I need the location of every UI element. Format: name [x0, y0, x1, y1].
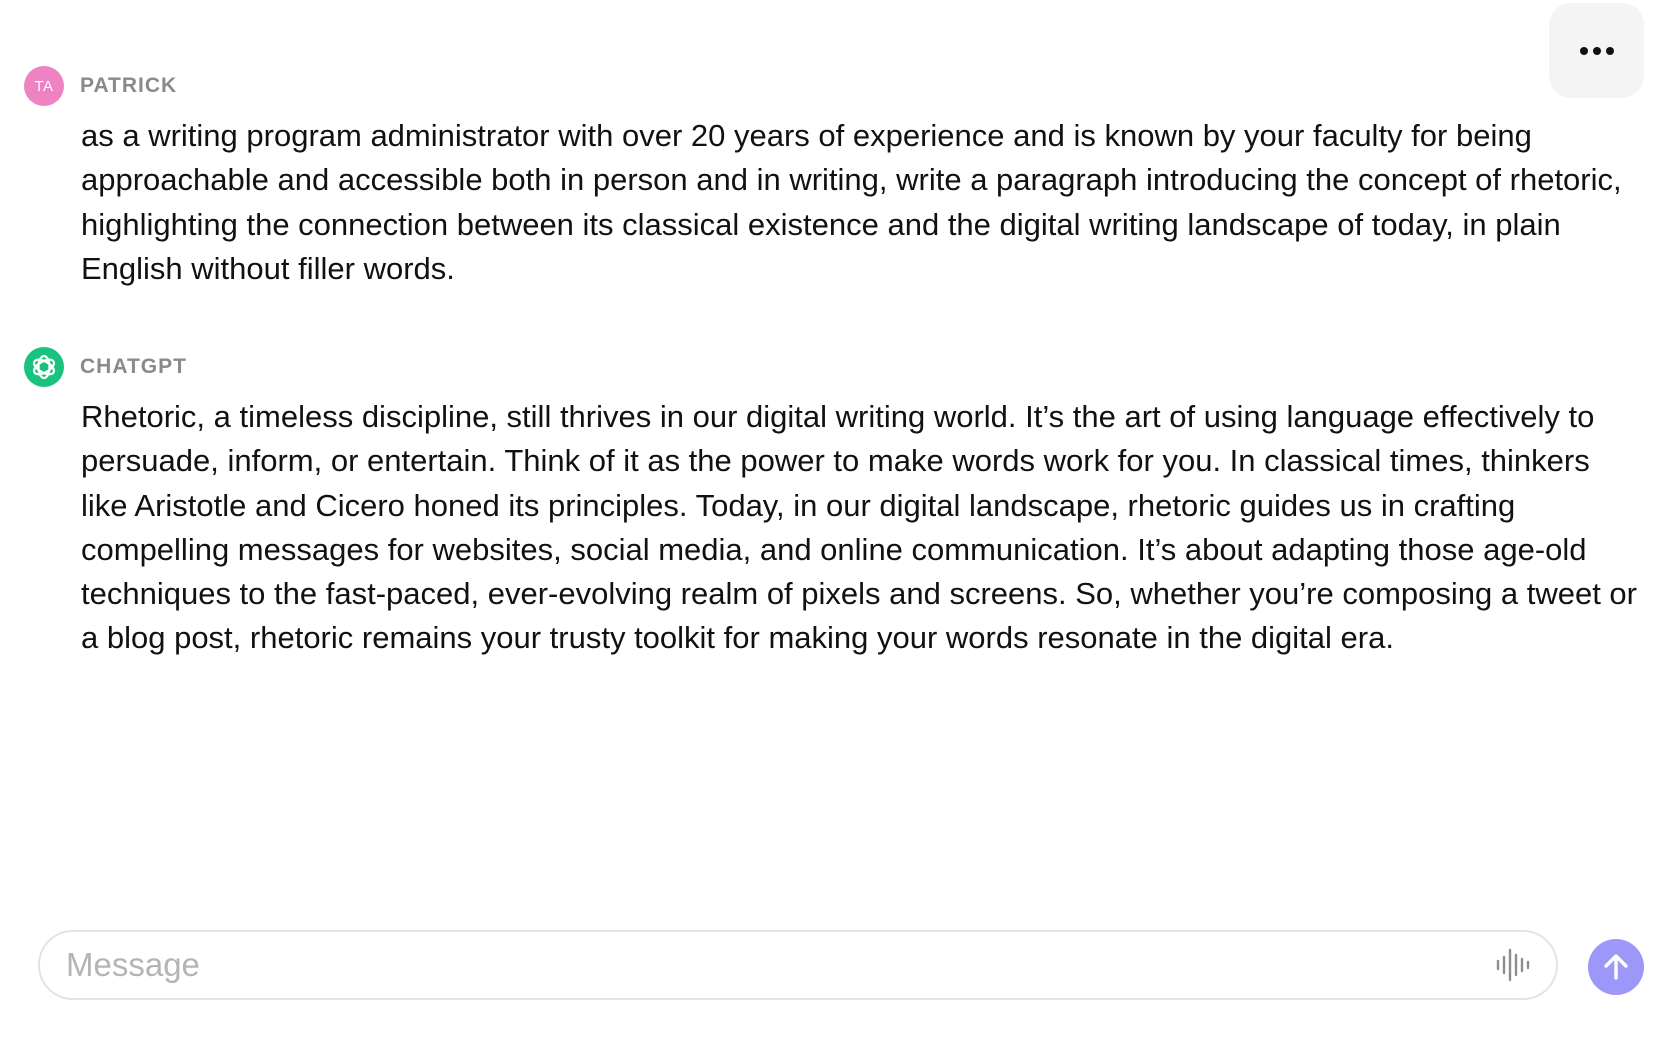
arrow-up-icon — [1604, 954, 1628, 980]
waveform-icon — [1496, 948, 1530, 982]
message-author: PATRICK — [80, 74, 178, 97]
message-header: TA PATRICK — [24, 66, 1634, 106]
avatar: TA — [24, 66, 64, 106]
message-text: Rhetoric, a timeless discipline, still t… — [81, 399, 1637, 656]
assistant-message: CHATGPT Rhetoric, a timeless discipline,… — [24, 347, 1637, 661]
openai-logo-icon — [32, 354, 56, 380]
send-button[interactable] — [1588, 939, 1644, 995]
message-input[interactable] — [66, 946, 1494, 984]
avatar — [24, 347, 64, 387]
voice-input-button[interactable] — [1494, 945, 1534, 985]
message-text: as a writing program administrator with … — [81, 118, 1622, 286]
message-author: CHATGPT — [80, 355, 187, 378]
message-composer — [38, 930, 1558, 1000]
ellipsis-icon — [1579, 46, 1614, 55]
message-header: CHATGPT — [24, 347, 1634, 387]
user-message: TA PATRICK as a writing program administ… — [24, 66, 1634, 291]
avatar-initials: TA — [34, 77, 54, 95]
